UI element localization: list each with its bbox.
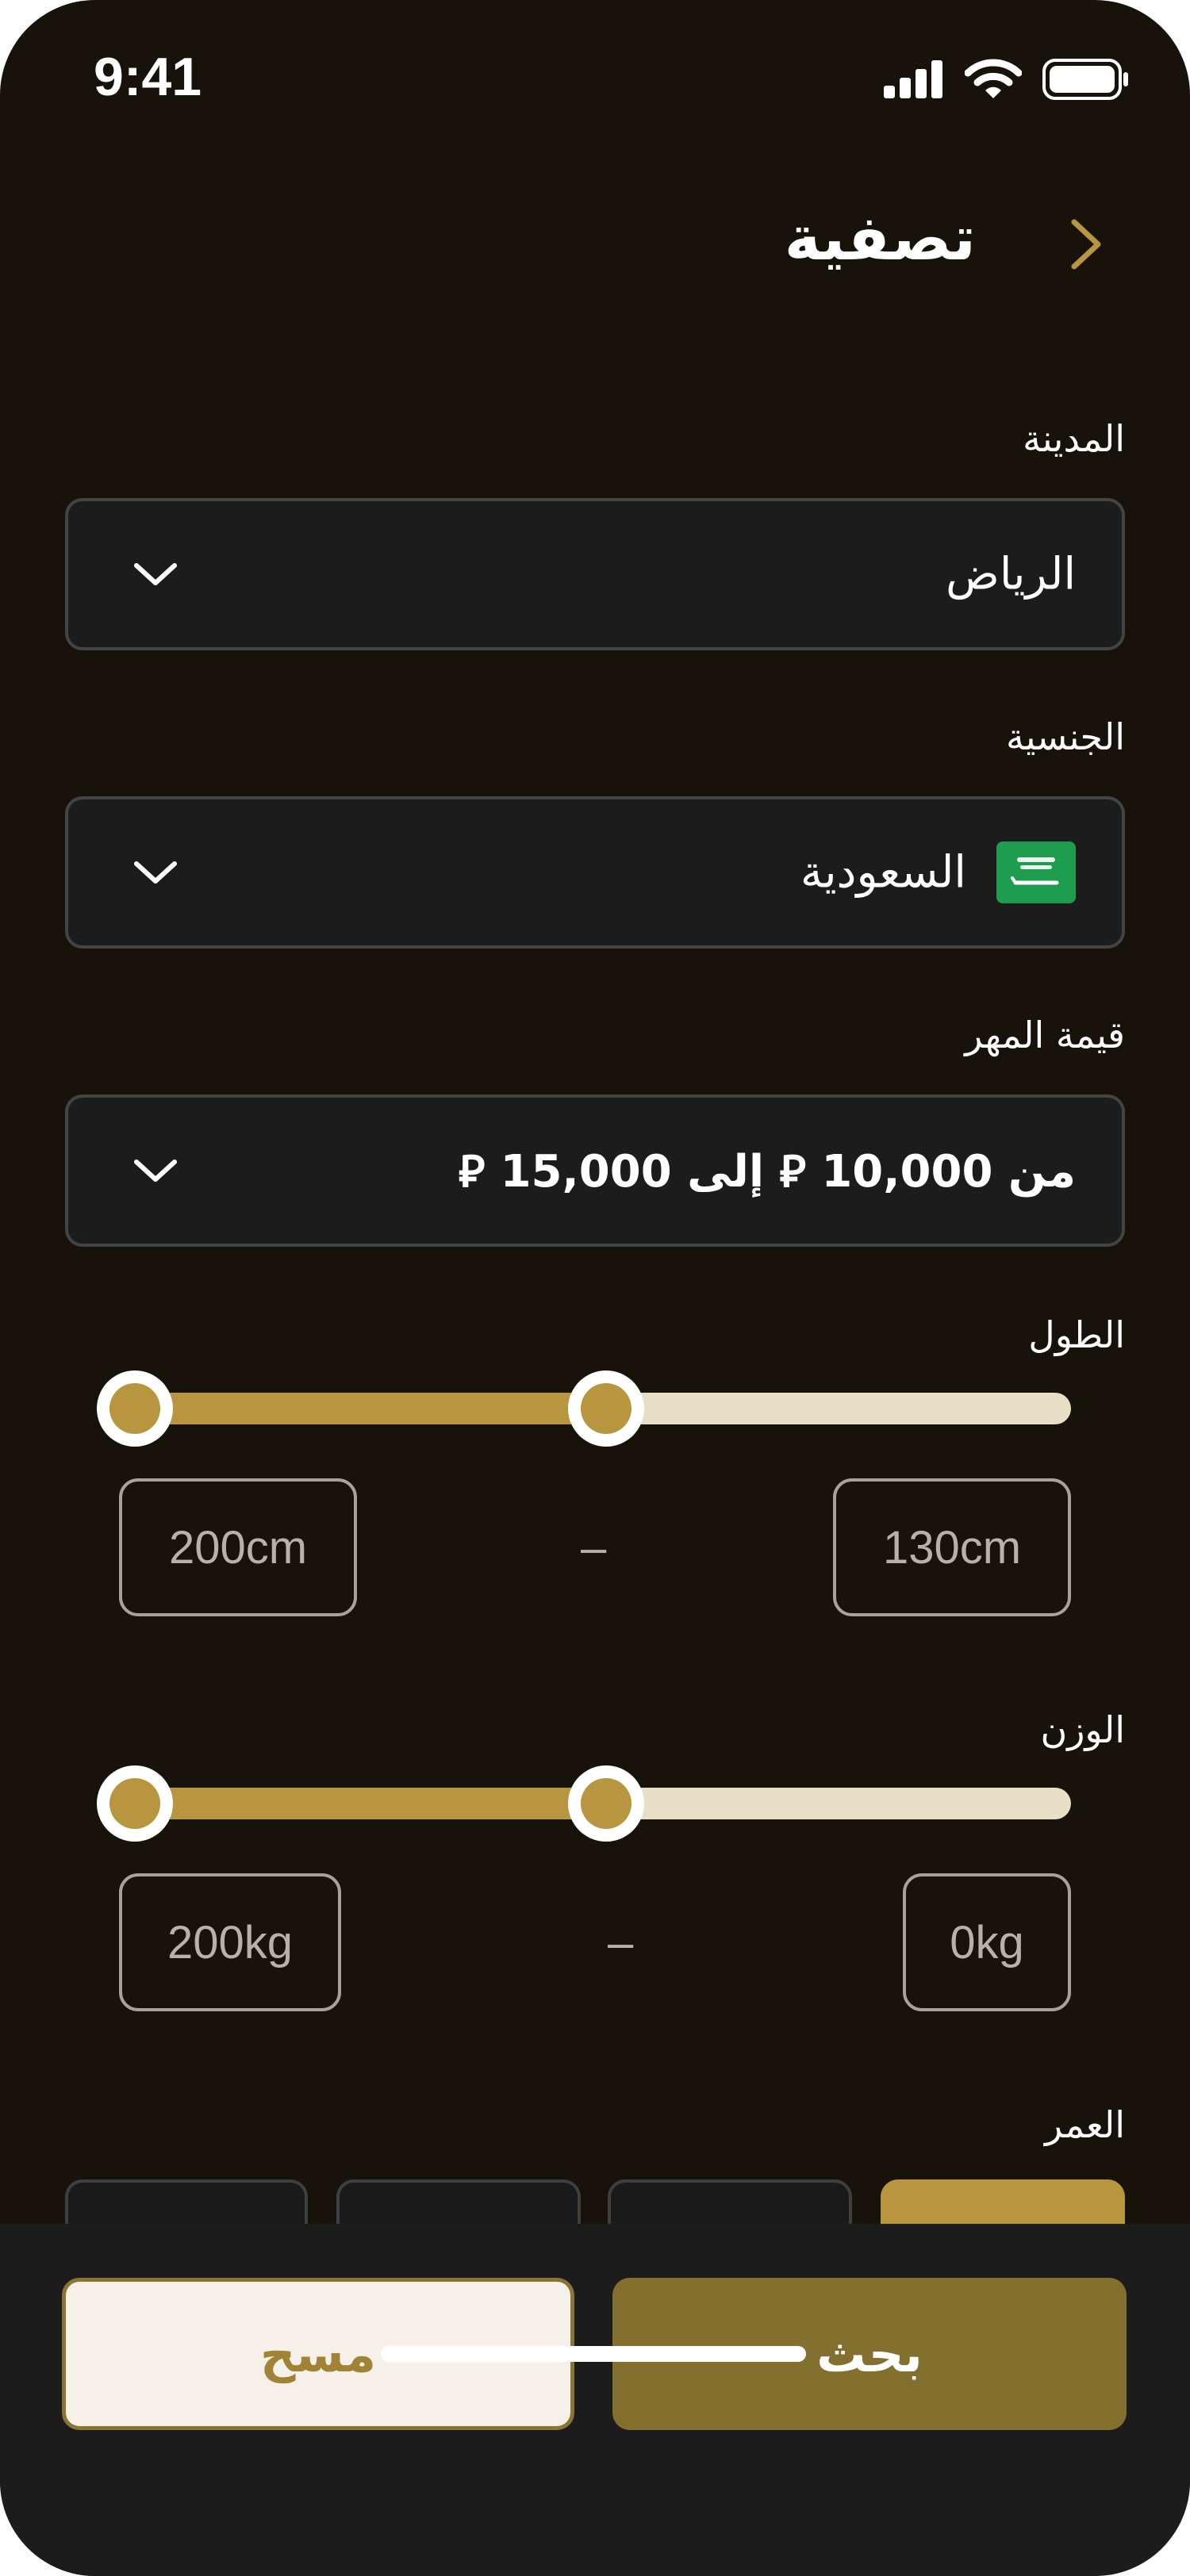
height-slider-fill [141, 1393, 606, 1424]
height-dash: – [581, 1522, 607, 1574]
status-time: 9:41 [94, 47, 202, 107]
city-value: الرياض [946, 548, 1076, 600]
weight-max-box[interactable]: 200kg [119, 1873, 341, 2011]
home-indicator [381, 2346, 806, 2362]
height-min-box[interactable]: 130cm [833, 1478, 1071, 1616]
chevron-down-icon [134, 861, 177, 884]
city-label: المدينة [1023, 417, 1125, 460]
back-button[interactable] [1063, 213, 1111, 276]
weight-min-thumb[interactable] [97, 1765, 173, 1842]
nationality-select[interactable]: السعودية [65, 796, 1125, 949]
wifi-icon [965, 59, 1022, 98]
status-icons [884, 59, 1130, 100]
saudi-flag-icon [996, 841, 1076, 903]
dowry-value: من 10,000 ⃁ إلى 15,000 ⃁ [458, 1146, 1076, 1198]
dowry-label: قيمة المهر [965, 1014, 1125, 1056]
dowry-select[interactable]: من 10,000 ⃁ إلى 15,000 ⃁ [65, 1094, 1125, 1247]
height-max-box[interactable]: 200cm [119, 1478, 357, 1616]
chevron-right-icon [1071, 219, 1101, 270]
page-title: تصفية [784, 203, 976, 274]
weight-min-box[interactable]: 0kg [903, 1873, 1071, 2011]
signal-icon [884, 60, 942, 98]
height-label: الطول [1028, 1313, 1125, 1356]
nationality-value: السعودية [800, 846, 966, 899]
city-select[interactable]: الرياض [65, 498, 1125, 650]
chevron-down-icon [134, 1160, 177, 1182]
phone-screen: 9:41 تصفية المدينة الرياض الجنسية السعود… [0, 0, 1190, 2576]
weight-label: الوزن [1040, 1708, 1125, 1751]
bottom-action-bar: مسح بحث [0, 2224, 1190, 2576]
nationality-label: الجنسية [1006, 715, 1125, 758]
chevron-down-icon [134, 563, 177, 585]
weight-dash: – [608, 1917, 634, 1968]
height-min-thumb[interactable] [97, 1370, 173, 1447]
weight-max-thumb[interactable] [568, 1765, 644, 1842]
battery-icon [1042, 59, 1128, 100]
height-max-thumb[interactable] [568, 1370, 644, 1447]
age-label: العمر [1045, 2103, 1125, 2146]
weight-slider-fill [141, 1788, 606, 1819]
